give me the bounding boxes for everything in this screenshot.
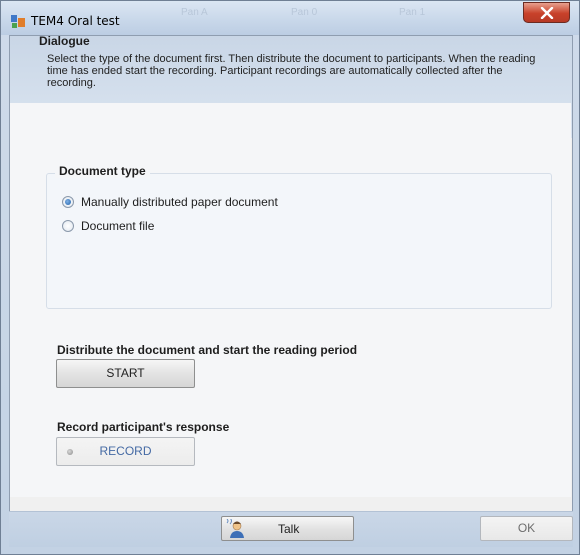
ok-button[interactable]: OK bbox=[480, 516, 573, 541]
document-type-legend: Document type bbox=[55, 164, 150, 178]
radio-document-file[interactable]: Document file bbox=[62, 218, 154, 234]
radio-paper-document[interactable]: Manually distributed paper document bbox=[62, 194, 278, 210]
record-button[interactable]: RECORD bbox=[56, 437, 195, 466]
footer-bar: Talk OK bbox=[9, 511, 573, 547]
dialogue-title: Dialogue bbox=[39, 34, 90, 48]
radio-label: Manually distributed paper document bbox=[81, 195, 278, 209]
record-button-label: RECORD bbox=[99, 444, 152, 458]
ghost-tab: Pan 1 bbox=[399, 7, 426, 18]
window-title: TEM4 Oral test bbox=[31, 14, 120, 28]
distribute-label: Distribute the document and start the re… bbox=[57, 343, 358, 357]
start-button[interactable]: START bbox=[56, 359, 195, 388]
dialogue-text: Select the type of the document first. T… bbox=[47, 53, 536, 89]
status-led-icon bbox=[67, 449, 73, 455]
talk-button[interactable]: Talk bbox=[221, 516, 354, 541]
close-button[interactable] bbox=[523, 2, 570, 23]
app-window: TEM4 Oral test Pan A Pan 0 Pan 1 Dialogu… bbox=[0, 0, 580, 555]
radio-selected-icon[interactable] bbox=[62, 196, 74, 208]
ghost-tab: Pan A bbox=[181, 7, 208, 18]
ghost-tab: Pan 0 bbox=[291, 7, 318, 18]
app-icon bbox=[10, 13, 26, 29]
close-icon bbox=[540, 7, 554, 19]
talk-icon bbox=[226, 517, 246, 539]
title-bar[interactable]: TEM4 Oral test Pan A Pan 0 Pan 1 bbox=[1, 1, 579, 35]
record-label: Record participant's response bbox=[57, 420, 230, 434]
radio-unselected-icon[interactable] bbox=[62, 220, 74, 232]
talk-label: Talk bbox=[278, 522, 300, 536]
radio-label: Document file bbox=[81, 219, 155, 233]
